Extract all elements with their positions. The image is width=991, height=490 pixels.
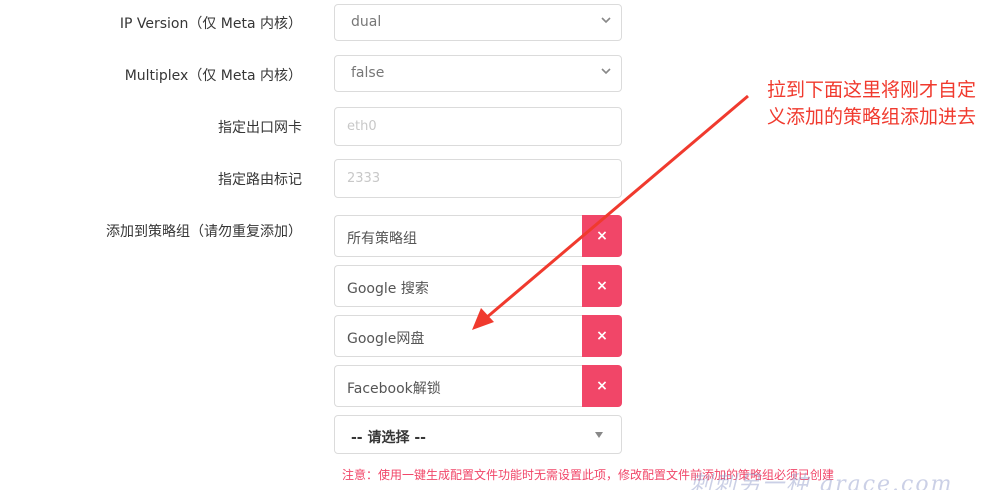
watermark: 刺刺另一种 grace.com — [690, 472, 954, 490]
annotation-arrow-icon — [472, 94, 749, 330]
